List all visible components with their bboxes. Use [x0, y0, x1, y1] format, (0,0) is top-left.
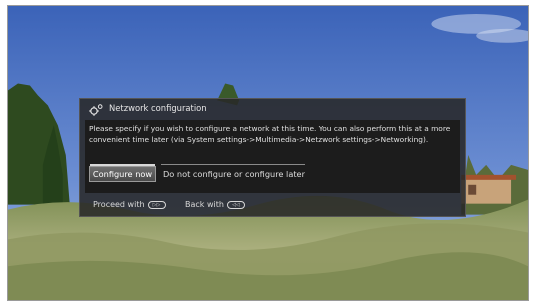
rewind-key-icon: ◁◁ [226, 200, 245, 209]
gear-icon [89, 104, 103, 116]
dialog-message: Please specify if you wish to configure … [89, 124, 451, 144]
configure-now-button[interactable]: Configure now [89, 164, 156, 182]
dialog-title: Netzwork configuration [109, 103, 207, 113]
configure-later-button[interactable]: Do not configure or configure later [161, 164, 305, 182]
dialog-body: Please specify if you wish to configure … [85, 120, 460, 193]
screen: Netzwork configuration Please specify if… [0, 0, 533, 305]
back-label: Back with [185, 200, 224, 209]
dialog-header: Netzwork configuration [80, 99, 465, 120]
dialog-footer: Proceed with ▷▷ Back with ◁◁ [80, 199, 465, 215]
back-hint[interactable]: Back with ◁◁ [185, 200, 245, 209]
tv-frame: Netzwork configuration Please specify if… [7, 5, 529, 301]
forward-key-icon: ▷▷ [147, 200, 166, 209]
network-config-dialog: Netzwork configuration Please specify if… [79, 98, 466, 217]
proceed-label: Proceed with [93, 200, 145, 209]
proceed-hint[interactable]: Proceed with ▷▷ [93, 200, 166, 209]
